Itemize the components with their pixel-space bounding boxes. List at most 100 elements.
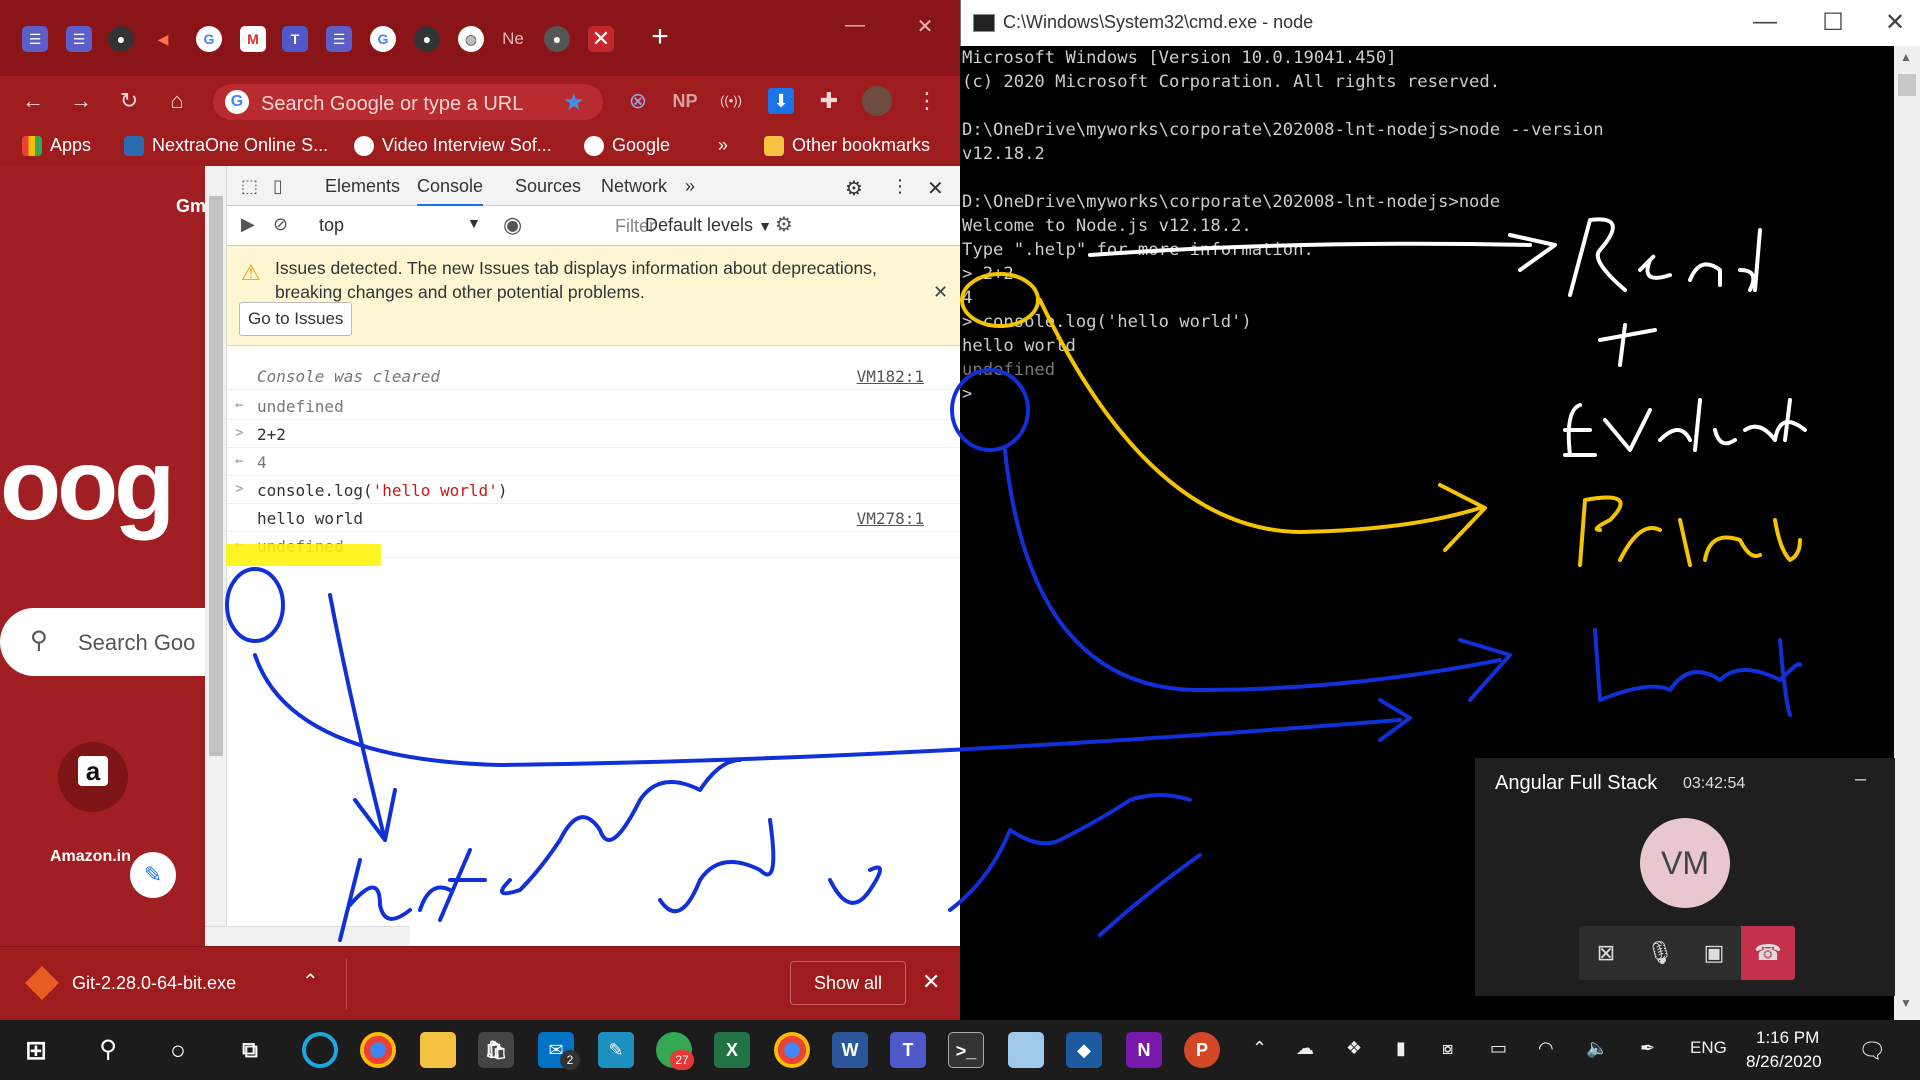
tab-github-icon[interactable]: ●: [108, 26, 134, 52]
clock-time[interactable]: 1:16 PM: [1756, 1028, 1819, 1048]
tab-bookmark-icon[interactable]: ◀: [150, 26, 176, 52]
tab-forms-icon[interactable]: ☰: [22, 26, 48, 52]
action-center-icon[interactable]: 🗨: [1858, 1038, 1886, 1064]
download-extension-icon[interactable]: ⬇: [768, 88, 794, 114]
dropbox-icon[interactable]: ❖: [1346, 1038, 1362, 1059]
tab-gmail-icon[interactable]: M: [240, 26, 266, 52]
omnibox[interactable]: G Search Google or type a URL ★: [213, 84, 603, 120]
cmd-console-output[interactable]: Microsoft Windows [Version 10.0.19041.45…: [962, 46, 1892, 406]
task-view-icon[interactable]: ⧉: [232, 1032, 268, 1068]
tab-network[interactable]: Network: [601, 176, 667, 197]
mic-muted-icon[interactable]: 🎙: [1633, 926, 1687, 980]
language-indicator[interactable]: ENG: [1690, 1038, 1727, 1058]
tab-elements[interactable]: Elements: [325, 176, 400, 197]
hang-up-icon[interactable]: ☎: [1741, 926, 1795, 980]
meeting-mini-window[interactable]: Angular Full Stack 03:42:54 – VM ⊠ 🎙 ▣ ☎: [1475, 758, 1895, 996]
devtools-settings-gear-icon[interactable]: ⚙: [845, 176, 863, 201]
chrome-icon[interactable]: [360, 1032, 396, 1068]
store-icon[interactable]: 🛍: [478, 1032, 514, 1068]
volume-muted-icon[interactable]: 🔈: [1586, 1038, 1608, 1059]
tab-forms-icon-3[interactable]: ☰: [326, 26, 352, 52]
sidebar-toggle-icon[interactable]: ▶: [241, 214, 255, 235]
profile-avatar[interactable]: [862, 86, 892, 116]
customize-pencil-icon[interactable]: ✎: [130, 852, 176, 898]
maximize-icon[interactable]: ☐: [1813, 8, 1853, 37]
bookmark-google[interactable]: Google: [584, 135, 670, 156]
horizontal-scrollbar[interactable]: [205, 926, 410, 946]
forward-icon[interactable]: →: [68, 88, 94, 114]
tray-overflow-chevron-icon[interactable]: ⌃: [1252, 1038, 1267, 1059]
minimize-icon[interactable]: —: [835, 14, 875, 37]
tab-console[interactable]: Console: [417, 176, 484, 207]
cmd-scrollbar[interactable]: ▲ ▼: [1894, 46, 1920, 1020]
go-to-issues-button[interactable]: Go to Issues: [239, 302, 353, 336]
bookmark-nextraone[interactable]: NextraOne Online S...: [124, 135, 328, 156]
chevron-up-icon[interactable]: ⌃: [302, 969, 319, 994]
devtools-menu-kebab-icon[interactable]: ⋮: [891, 176, 909, 197]
word-icon[interactable]: W: [832, 1032, 868, 1068]
reload-icon[interactable]: ↻: [116, 88, 142, 114]
cmd-taskbar-icon[interactable]: >_: [948, 1032, 984, 1068]
extension-np-icon[interactable]: NP: [672, 88, 698, 114]
scroll-up-icon[interactable]: ▲: [1900, 50, 1912, 64]
extensions-puzzle-icon[interactable]: ✚: [816, 88, 842, 114]
banner-close-icon[interactable]: ✕: [933, 282, 948, 303]
cortana-app-icon[interactable]: [302, 1032, 338, 1068]
onedrive-cloud-icon[interactable]: ☁: [1296, 1038, 1314, 1059]
share-screen-icon[interactable]: ▣: [1687, 926, 1741, 980]
console-source-link[interactable]: VM278:1: [857, 509, 924, 528]
more-tabs-chevron-icon[interactable]: »: [685, 176, 695, 197]
scroll-down-icon[interactable]: ▼: [1900, 996, 1912, 1010]
bookmark-video-interview[interactable]: Video Interview Sof...: [354, 135, 552, 156]
search-icon[interactable]: ⚲: [90, 1032, 126, 1068]
powerpoint-icon[interactable]: P: [1184, 1032, 1220, 1068]
cortana-icon[interactable]: ○: [160, 1032, 196, 1068]
tab-close-icon[interactable]: ✕: [588, 26, 614, 52]
console-settings-gear-icon[interactable]: ⚙: [775, 212, 793, 237]
tab-globe-icon[interactable]: ◍: [458, 26, 484, 52]
inspect-element-icon[interactable]: ⬚: [241, 176, 258, 197]
tab-partial-label[interactable]: Ne: [500, 26, 526, 52]
notepad-icon[interactable]: [1008, 1032, 1044, 1068]
wifi-icon[interactable]: ◠: [1538, 1038, 1554, 1059]
onenote-icon[interactable]: N: [1126, 1032, 1162, 1068]
devtools-close-icon[interactable]: ✕: [927, 176, 944, 201]
teams-icon[interactable]: T: [890, 1032, 926, 1068]
close-icon[interactable]: ✕: [905, 14, 945, 39]
chrome-icon-2[interactable]: [774, 1032, 810, 1068]
console-source-link[interactable]: VM182:1: [857, 367, 924, 386]
tab-sources[interactable]: Sources: [515, 176, 581, 197]
file-explorer-icon[interactable]: [420, 1032, 456, 1068]
clear-console-icon[interactable]: ⊘: [273, 214, 288, 235]
download-filename[interactable]: Git-2.28.0-64-bit.exe: [72, 973, 236, 994]
live-expression-eye-icon[interactable]: ◉: [503, 212, 522, 238]
extension-radio-icon[interactable]: ((•)): [718, 88, 744, 114]
other-bookmarks[interactable]: Other bookmarks: [764, 135, 930, 156]
scrollbar-thumb[interactable]: [209, 196, 223, 756]
tab-github-icon-2[interactable]: ●: [414, 26, 440, 52]
close-icon[interactable]: ✕: [1875, 8, 1915, 37]
pen-ink-icon[interactable]: ✒: [1640, 1038, 1655, 1059]
bookmark-apps[interactable]: Apps: [22, 135, 91, 156]
tab-github-icon-3[interactable]: ●: [544, 26, 570, 52]
meeting-minimize-icon[interactable]: –: [1855, 768, 1866, 791]
shelf-close-icon[interactable]: ✕: [922, 969, 940, 995]
minimize-icon[interactable]: —: [1745, 8, 1785, 36]
device-toolbar-icon[interactable]: ▯: [273, 176, 283, 197]
screenshot-tool-icon[interactable]: ⧇: [1442, 1038, 1453, 1059]
vscode-icon[interactable]: ◆: [1066, 1032, 1102, 1068]
windows-start-icon[interactable]: ⊞: [18, 1032, 54, 1068]
battery-icon[interactable]: ▭: [1490, 1038, 1507, 1059]
tab-forms-icon-2[interactable]: ☰: [66, 26, 92, 52]
menu-kebab-icon[interactable]: ⋮: [914, 88, 940, 114]
home-icon[interactable]: ⌂: [164, 88, 190, 114]
usb-icon[interactable]: ▮: [1396, 1038, 1406, 1059]
sketch-app-icon[interactable]: ✎: [598, 1032, 634, 1068]
extension-blocker-icon[interactable]: ⊗: [625, 88, 651, 114]
context-selector[interactable]: top ▼: [319, 215, 489, 236]
new-tab-button[interactable]: +: [645, 22, 675, 52]
page-scrollbar[interactable]: [205, 166, 227, 946]
show-all-button[interactable]: Show all: [790, 961, 906, 1005]
clock-date[interactable]: 8/26/2020: [1746, 1052, 1822, 1072]
tab-teams-icon[interactable]: T: [282, 26, 308, 52]
